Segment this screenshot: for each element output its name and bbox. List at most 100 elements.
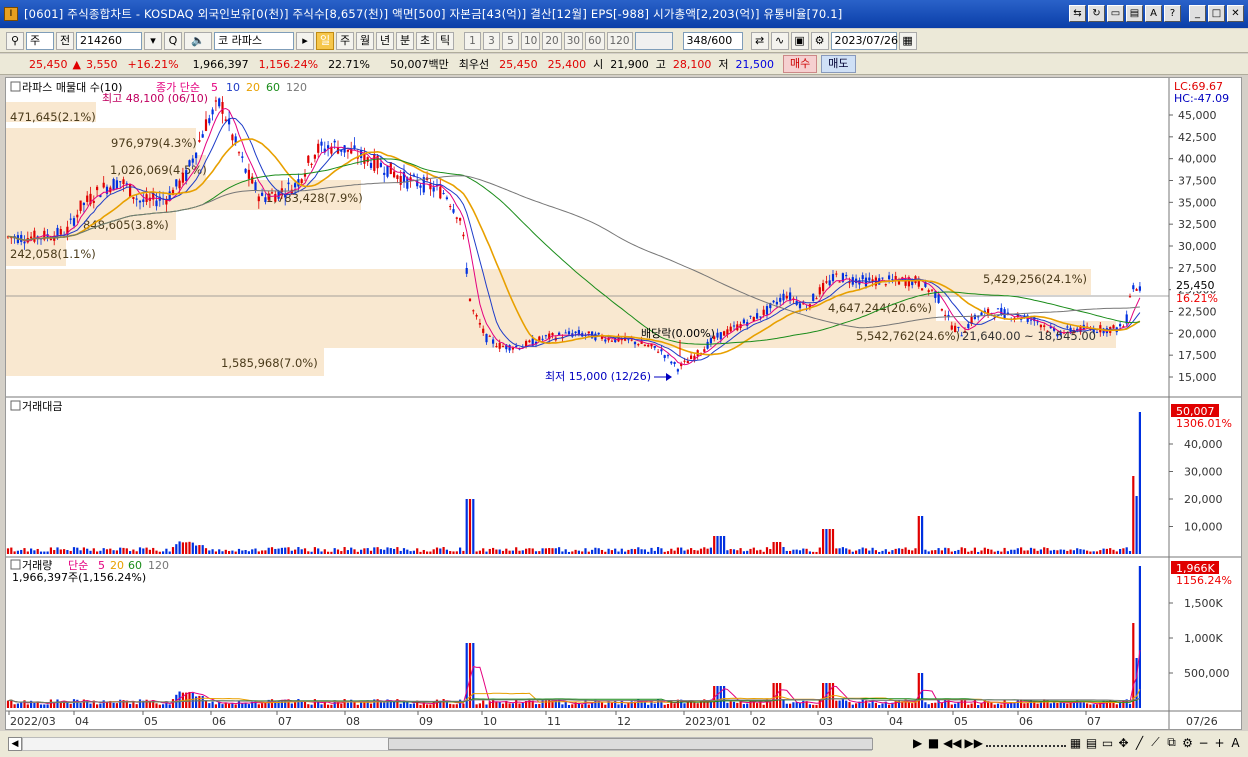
custom-interval[interactable] <box>634 31 673 50</box>
period-tick[interactable]: 틱 <box>436 31 454 50</box>
period-minute[interactable]: 분 <box>396 31 414 50</box>
volume-bar <box>1053 702 1056 708</box>
volume-bar <box>115 703 118 708</box>
auto-scale-button[interactable]: A <box>1229 736 1242 750</box>
period-week[interactable]: 주 <box>336 31 354 50</box>
stop-button[interactable]: ■ <box>927 736 940 750</box>
indicator-icon[interactable]: ∿ <box>770 31 789 50</box>
chart-tool-icon[interactable]: ⇄ <box>750 31 769 50</box>
rewind-button[interactable]: ◀◀ <box>943 736 961 750</box>
candle-body <box>115 180 118 190</box>
count-box[interactable]: 348/600 <box>682 31 743 50</box>
period-second[interactable]: 초 <box>416 31 434 50</box>
scroll-thumb[interactable] <box>388 738 873 750</box>
window-icon[interactable]: ▭ <box>1107 5 1124 22</box>
amount-bar <box>294 549 297 554</box>
maximize-button[interactable]: □ <box>1208 5 1225 22</box>
candle-body <box>59 229 62 235</box>
zoom-out-button[interactable]: − <box>1197 736 1210 750</box>
settings-icon[interactable]: ⚙ <box>810 31 829 50</box>
amount-bar <box>914 548 917 554</box>
prev-button[interactable]: 전 <box>56 31 74 50</box>
volume-bar <box>1043 699 1046 708</box>
calendar-icon[interactable]: ▦ <box>898 31 917 50</box>
candle-body <box>765 306 769 315</box>
period-year[interactable]: 년 <box>376 31 394 50</box>
scroll-track[interactable] <box>22 737 873 751</box>
font-icon[interactable]: A <box>1145 5 1162 22</box>
candle-body <box>175 179 178 187</box>
layout-icon[interactable]: ▤ <box>1126 5 1143 22</box>
amount-bar <box>993 551 996 554</box>
close-button[interactable]: ✕ <box>1227 5 1244 22</box>
zoom-in-button[interactable]: + <box>1213 736 1226 750</box>
refresh-icon[interactable]: ↻ <box>1088 5 1105 22</box>
candle-body <box>270 192 274 194</box>
interval-3[interactable]: 3 <box>483 31 500 50</box>
interval-10[interactable]: 10 <box>521 31 541 50</box>
save-icon[interactable]: ▣ <box>790 31 809 50</box>
amount-bar <box>1016 548 1019 554</box>
sound-icon[interactable]: 🔈 <box>184 31 212 50</box>
candle-body <box>462 234 465 237</box>
period-day[interactable]: 일 <box>316 31 334 50</box>
amount-bar <box>99 550 102 554</box>
current-price: 25,450 <box>29 57 68 71</box>
volume-bar <box>954 703 957 708</box>
draw-line-icon[interactable]: ╱ <box>1133 736 1146 750</box>
volume-bar <box>138 699 142 708</box>
volume-bar <box>241 703 244 708</box>
sell-button[interactable]: 매도 <box>821 55 856 73</box>
play-button[interactable]: ▶ <box>911 736 924 750</box>
volume-bar <box>501 703 505 708</box>
overlay-icon[interactable]: ⧉ <box>1165 735 1178 750</box>
candle-body <box>445 197 448 200</box>
interval-30[interactable]: 30 <box>563 31 584 50</box>
interval-1[interactable]: 1 <box>464 31 481 50</box>
dropdown-icon[interactable]: ▾ <box>144 31 162 50</box>
amount-bar <box>548 548 551 554</box>
crosshair-icon[interactable]: ✥ <box>1117 736 1130 750</box>
minimize-button[interactable]: _ <box>1189 5 1206 22</box>
volume-bar <box>789 703 792 708</box>
candle-body <box>927 290 930 293</box>
candle-body <box>488 335 491 337</box>
link-icon[interactable]: ⇆ <box>1069 5 1086 22</box>
candle-body <box>871 279 874 282</box>
interval-120[interactable]: 120 <box>606 31 633 50</box>
scroll-left-icon[interactable]: ◀ <box>8 737 22 751</box>
candle-body <box>399 175 402 185</box>
interval-60[interactable]: 60 <box>585 31 605 50</box>
interval-20[interactable]: 20 <box>542 31 562 50</box>
layout-grid-icon[interactable]: ▦ <box>1069 736 1082 750</box>
amount-bar <box>785 550 788 554</box>
pin-icon[interactable]: ⚲ <box>6 31 24 50</box>
amount-bar <box>660 548 663 554</box>
arrow-icon[interactable]: ▸ <box>296 31 314 50</box>
amount-bar <box>379 549 382 554</box>
candle-body <box>657 351 660 353</box>
x-tick-label: 07 <box>1087 715 1101 728</box>
amount-bar <box>102 548 105 554</box>
stock-name-box[interactable]: 코 라파스 <box>214 31 294 50</box>
settings-small-icon[interactable]: ⚙ <box>1181 736 1194 750</box>
volume-bar <box>828 683 831 708</box>
interval-5[interactable]: 5 <box>502 31 519 50</box>
amount-bar <box>878 551 881 554</box>
low-label: 저 <box>718 58 729 71</box>
layout-split-icon[interactable]: ▤ <box>1085 736 1098 750</box>
zoom-slider[interactable] <box>986 739 1066 747</box>
draw-trend-icon[interactable]: ⟋ <box>1149 735 1162 750</box>
search-icon[interactable]: Q <box>164 31 182 50</box>
x-tick-label: 2022/03 <box>10 715 56 728</box>
chart-svg[interactable]: 471,645(2.1%) 976,979(4.3%) 1,026,069(4.5%… <box>6 78 1241 729</box>
layout-single-icon[interactable]: ▭ <box>1101 736 1114 750</box>
type-select[interactable]: 주 <box>26 31 54 50</box>
period-month[interactable]: 월 <box>356 31 374 50</box>
forward-button[interactable]: ▶▶ <box>965 736 983 750</box>
date-input[interactable]: 2023/07/26 <box>830 31 898 50</box>
help-icon[interactable]: ? <box>1164 5 1181 22</box>
buy-button[interactable]: 매수 <box>783 55 818 73</box>
chart-area[interactable]: 471,645(2.1%) 976,979(4.3%) 1,026,069(4.5%… <box>5 77 1242 730</box>
code-input[interactable]: 214260 <box>76 31 142 50</box>
